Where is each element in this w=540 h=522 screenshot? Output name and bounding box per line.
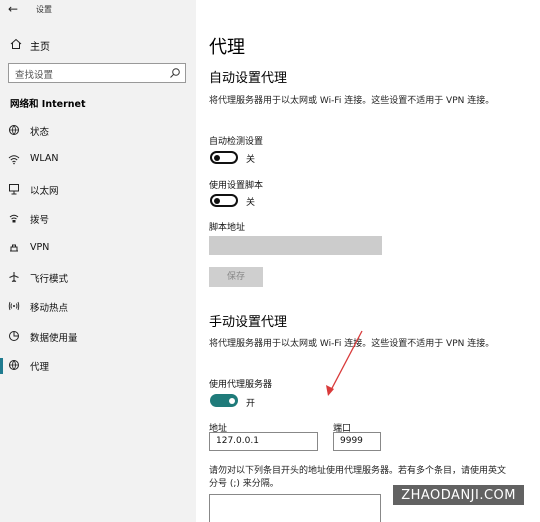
annotation-arrow — [326, 330, 363, 396]
watermark: ZHAODANJI.COM — [393, 485, 524, 505]
